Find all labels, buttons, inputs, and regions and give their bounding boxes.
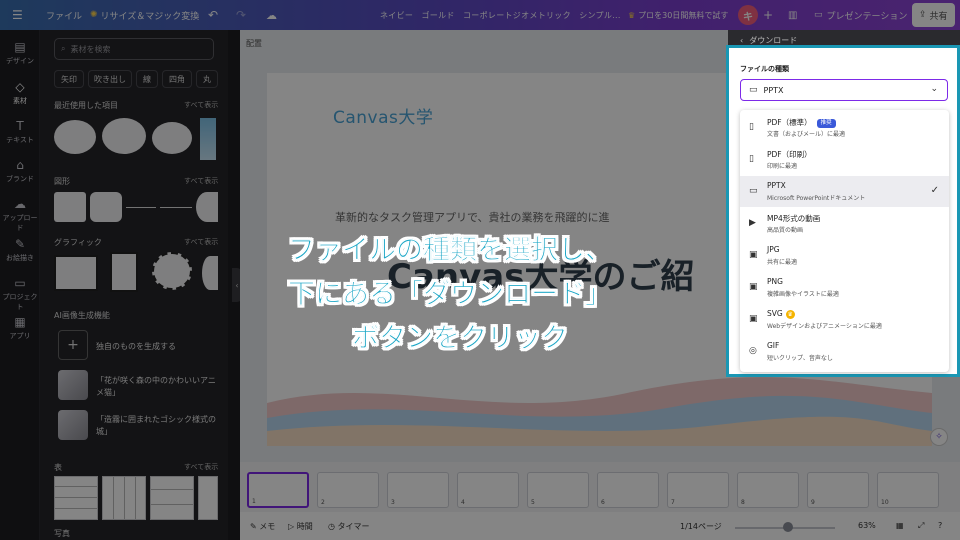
- image-icon: ▣: [749, 282, 758, 292]
- instruction-line: ボタンをクリック: [352, 323, 568, 354]
- chevron-down-icon: ⌄: [930, 84, 938, 94]
- option-pdf-print[interactable]: ▯ PDF（印刷） 印刷に最適: [740, 144, 949, 175]
- presentation-icon: ▭: [749, 85, 758, 95]
- option-mp4[interactable]: ▶ MP4形式の動画 高品質の動画: [740, 208, 949, 239]
- instruction-line: ファイルの種類を選択し、: [288, 235, 612, 266]
- video-icon: ▶: [749, 218, 756, 228]
- file-type-value: PPTX: [763, 85, 784, 95]
- file-type-select[interactable]: ▭ PPTX ⌄: [740, 79, 948, 101]
- image-icon: ▣: [749, 314, 758, 324]
- option-title: PDF（印刷）: [767, 150, 812, 159]
- option-title: GIF: [767, 341, 780, 350]
- presentation-icon: ▭: [749, 186, 758, 196]
- document-icon: ▯: [749, 122, 754, 132]
- option-desc: 高品質の動画: [767, 227, 804, 234]
- option-desc: 共有に最適: [767, 259, 798, 266]
- download-header-title: ダウンロード: [749, 35, 798, 45]
- option-desc: 短いクリップ、音声なし: [767, 355, 833, 362]
- instruction-caption: ファイルの種類を選択し、 下にある「ダウンロード」 ボタンをクリック: [288, 229, 688, 361]
- option-desc: Webデザインおよびアニメーションに最適: [767, 323, 882, 330]
- option-desc: 印刷に最適: [767, 163, 798, 170]
- option-title: MP4形式の動画: [767, 214, 821, 223]
- option-pptx[interactable]: ▭ PPTX Microsoft PowerPointドキュメント ✓: [740, 176, 949, 207]
- option-title: PPTX: [767, 181, 786, 190]
- document-icon: ▯: [749, 154, 754, 164]
- crown-icon: ♛: [785, 310, 795, 319]
- option-desc: 文書（およびメール）に最適: [767, 131, 846, 138]
- option-title: PDF（標準）: [767, 118, 812, 127]
- gif-icon: ◎: [749, 346, 757, 356]
- option-desc: 複雑画像やイラストに最適: [767, 291, 839, 298]
- option-svg[interactable]: ▣ SVG ♛ Webデザインおよびアニメーションに最適: [740, 304, 949, 335]
- recommended-badge: 推奨: [816, 119, 836, 128]
- check-icon: ✓: [930, 185, 939, 196]
- download-panel: ファイルの種類 ▭ PPTX ⌄ ▯ PDF（標準） 推奨 文書（およびメール）に…: [726, 45, 960, 377]
- option-title: JPG: [767, 245, 780, 254]
- option-gif[interactable]: ◎ GIF 短いクリップ、音声なし: [740, 336, 949, 367]
- file-type-label: ファイルの種類: [740, 65, 789, 73]
- option-png[interactable]: ▣ PNG 複雑画像やイラストに最適: [740, 272, 949, 303]
- option-title: SVG: [767, 309, 783, 318]
- image-icon: ▣: [749, 250, 758, 260]
- option-pdf-standard[interactable]: ▯ PDF（標準） 推奨 文書（およびメール）に最適: [740, 112, 949, 143]
- option-title: PNG: [767, 277, 783, 286]
- instruction-line: 下にある「ダウンロード」: [288, 279, 612, 310]
- chevron-left-icon: ‹: [740, 35, 744, 45]
- option-jpg[interactable]: ▣ JPG 共有に最適: [740, 240, 949, 271]
- option-desc: Microsoft PowerPointドキュメント: [767, 195, 866, 202]
- file-type-options: ▯ PDF（標準） 推奨 文書（およびメール）に最適 ▯ PDF（印刷） 印刷に最…: [740, 110, 949, 372]
